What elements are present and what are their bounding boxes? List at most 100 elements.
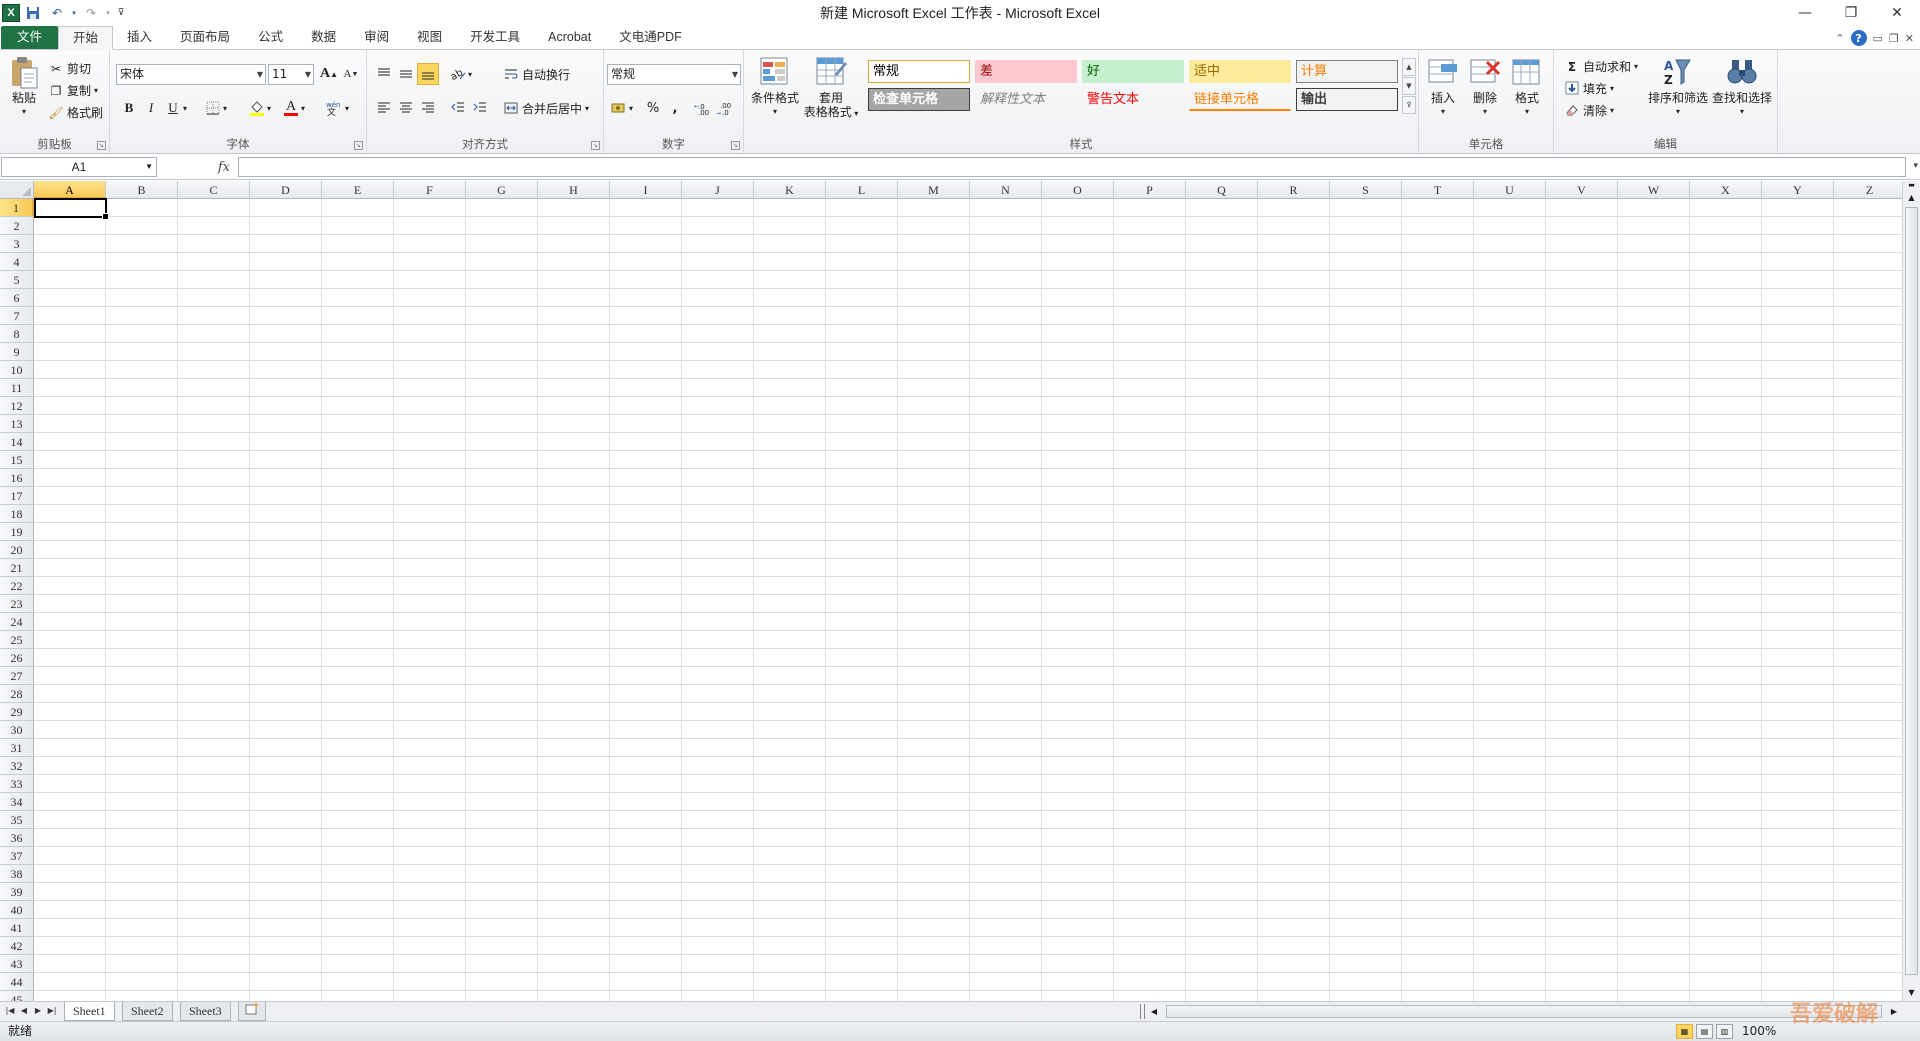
row-header-28[interactable]: 28 [0, 685, 34, 703]
row-header-5[interactable]: 5 [0, 271, 34, 289]
column-header-j[interactable]: J [682, 181, 754, 199]
grow-font-button[interactable]: A ▲ [318, 63, 340, 85]
chevron-down-icon[interactable]: ▼ [257, 65, 263, 84]
tab-file[interactable]: 文件 [1, 26, 59, 49]
align-bottom-icon[interactable] [417, 63, 439, 85]
copy-button[interactable]: ❐ 复制 ▾ [48, 82, 98, 99]
delete-cells-button[interactable]: 删除 ▾ [1467, 56, 1503, 119]
clear-button[interactable]: 清除 ▾ [1564, 102, 1614, 119]
insert-cells-button[interactable]: 插入 ▾ [1425, 56, 1461, 119]
row-header-14[interactable]: 14 [0, 433, 34, 451]
row-header-16[interactable]: 16 [0, 469, 34, 487]
column-header-i[interactable]: I [610, 181, 682, 199]
style-neutral[interactable]: 适中 [1189, 60, 1291, 83]
align-middle-icon[interactable] [395, 63, 417, 85]
row-header-32[interactable]: 32 [0, 757, 34, 775]
row-header-9[interactable]: 9 [0, 343, 34, 361]
row-header-36[interactable]: 36 [0, 829, 34, 847]
number-launcher-icon[interactable]: ↘ [731, 141, 740, 150]
sheet-tab-3[interactable]: Sheet3 [180, 1002, 231, 1021]
page-layout-view-icon[interactable]: ▤ [1696, 1024, 1713, 1039]
column-header-g[interactable]: G [466, 181, 538, 199]
tab-home[interactable]: 开始 [58, 26, 114, 50]
cut-button[interactable]: ✂ 剪切 [48, 60, 91, 77]
first-sheet-icon[interactable]: |◀ [4, 1004, 16, 1018]
column-header-e[interactable]: E [322, 181, 394, 199]
help-icon[interactable]: ? [1850, 30, 1867, 46]
border-dropdown-icon[interactable]: ▾ [220, 97, 230, 119]
next-sheet-icon[interactable]: ▶ [32, 1004, 44, 1018]
style-calculation[interactable]: 计算 [1296, 60, 1398, 83]
column-header-f[interactable]: F [394, 181, 466, 199]
row-header-2[interactable]: 2 [0, 217, 34, 235]
style-check-cell[interactable]: 检查单元格 [868, 88, 970, 111]
vertical-scrollbar[interactable]: ▬ ▲ ▼ [1902, 181, 1920, 1001]
column-header-d[interactable]: D [250, 181, 322, 199]
row-header-42[interactable]: 42 [0, 937, 34, 955]
font-launcher-icon[interactable]: ↘ [354, 141, 363, 150]
autosum-button[interactable]: Σ 自动求和 ▾ [1564, 58, 1638, 75]
column-header-u[interactable]: U [1474, 181, 1546, 199]
font-size-combo[interactable]: 11 ▼ [268, 64, 314, 85]
row-header-20[interactable]: 20 [0, 541, 34, 559]
customize-qat-icon[interactable]: ⊽ [114, 3, 128, 23]
align-center-icon[interactable] [395, 97, 417, 119]
scroll-up-icon[interactable]: ▲ [1903, 191, 1920, 205]
row-header-6[interactable]: 6 [0, 289, 34, 307]
style-warning[interactable]: 警告文本 [1082, 88, 1184, 111]
format-as-table-button[interactable]: 套用 表格格式 ▾ [800, 56, 862, 121]
scroll-down-icon[interactable]: ▼ [1903, 985, 1920, 1001]
row-header-38[interactable]: 38 [0, 865, 34, 883]
style-good[interactable]: 好 [1082, 60, 1184, 83]
italic-button[interactable]: I [140, 97, 162, 119]
style-linked-cell[interactable]: 链接单元格 [1189, 88, 1291, 111]
scroll-left-icon[interactable]: ◀ [1146, 1004, 1162, 1019]
column-header-k[interactable]: K [754, 181, 826, 199]
font-name-combo[interactable]: 宋体 ▼ [116, 64, 266, 85]
tab-split-handle[interactable] [1140, 1004, 1145, 1019]
row-header-10[interactable]: 10 [0, 361, 34, 379]
tab-acrobat[interactable]: Acrobat [534, 26, 605, 49]
column-header-l[interactable]: L [826, 181, 898, 199]
underline-dropdown-icon[interactable]: ▾ [180, 97, 190, 119]
row-header-27[interactable]: 27 [0, 667, 34, 685]
font-color-dropdown-icon[interactable]: ▾ [298, 97, 308, 119]
paste-button[interactable]: 粘贴 ▾ [6, 56, 42, 119]
phonetic-dropdown-icon[interactable]: ▾ [342, 97, 352, 119]
comma-button[interactable]: , [664, 97, 686, 119]
minimize-icon[interactable]: — [1782, 0, 1828, 26]
column-header-v[interactable]: V [1546, 181, 1618, 199]
format-painter-button[interactable]: 🖌 格式刷 [48, 104, 103, 121]
tab-developer[interactable]: 开发工具 [456, 26, 534, 49]
fill-color-dropdown-icon[interactable]: ▾ [264, 97, 274, 119]
workbook-minimize-icon[interactable]: ▭ [1873, 32, 1883, 45]
align-top-icon[interactable] [373, 63, 395, 85]
workbook-restore-icon[interactable]: ❐ [1889, 32, 1899, 45]
style-normal[interactable]: 常规 [868, 60, 970, 83]
gallery-more-icon[interactable]: ⊽ [1402, 96, 1416, 114]
row-header-15[interactable]: 15 [0, 451, 34, 469]
alignment-launcher-icon[interactable]: ↘ [591, 141, 600, 150]
column-header-p[interactable]: P [1114, 181, 1186, 199]
row-header-45[interactable]: 45 [0, 991, 34, 1001]
row-header-1[interactable]: 1 [0, 199, 34, 217]
column-header-t[interactable]: T [1402, 181, 1474, 199]
page-break-view-icon[interactable]: ▥ [1716, 1024, 1733, 1039]
style-output[interactable]: 输出 [1296, 88, 1398, 111]
increase-decimal-icon[interactable]: ← .0.00 [692, 97, 714, 119]
column-header-w[interactable]: W [1618, 181, 1690, 199]
tab-review[interactable]: 审阅 [350, 26, 403, 49]
currency-dropdown-icon[interactable]: ▾ [626, 97, 636, 119]
row-header-29[interactable]: 29 [0, 703, 34, 721]
conditional-format-button[interactable]: 条件格式 ▾ [750, 56, 800, 119]
row-header-17[interactable]: 17 [0, 487, 34, 505]
column-header-s[interactable]: S [1330, 181, 1402, 199]
column-header-o[interactable]: O [1042, 181, 1114, 199]
last-sheet-icon[interactable]: ▶| [46, 1004, 58, 1018]
row-header-25[interactable]: 25 [0, 631, 34, 649]
vertical-scroll-thumb[interactable] [1905, 207, 1918, 975]
insert-function-icon[interactable]: fx [160, 157, 240, 177]
save-icon[interactable] [22, 3, 44, 23]
redo-dropdown-icon[interactable]: ▾ [104, 3, 112, 23]
column-header-a[interactable]: A [34, 181, 106, 199]
